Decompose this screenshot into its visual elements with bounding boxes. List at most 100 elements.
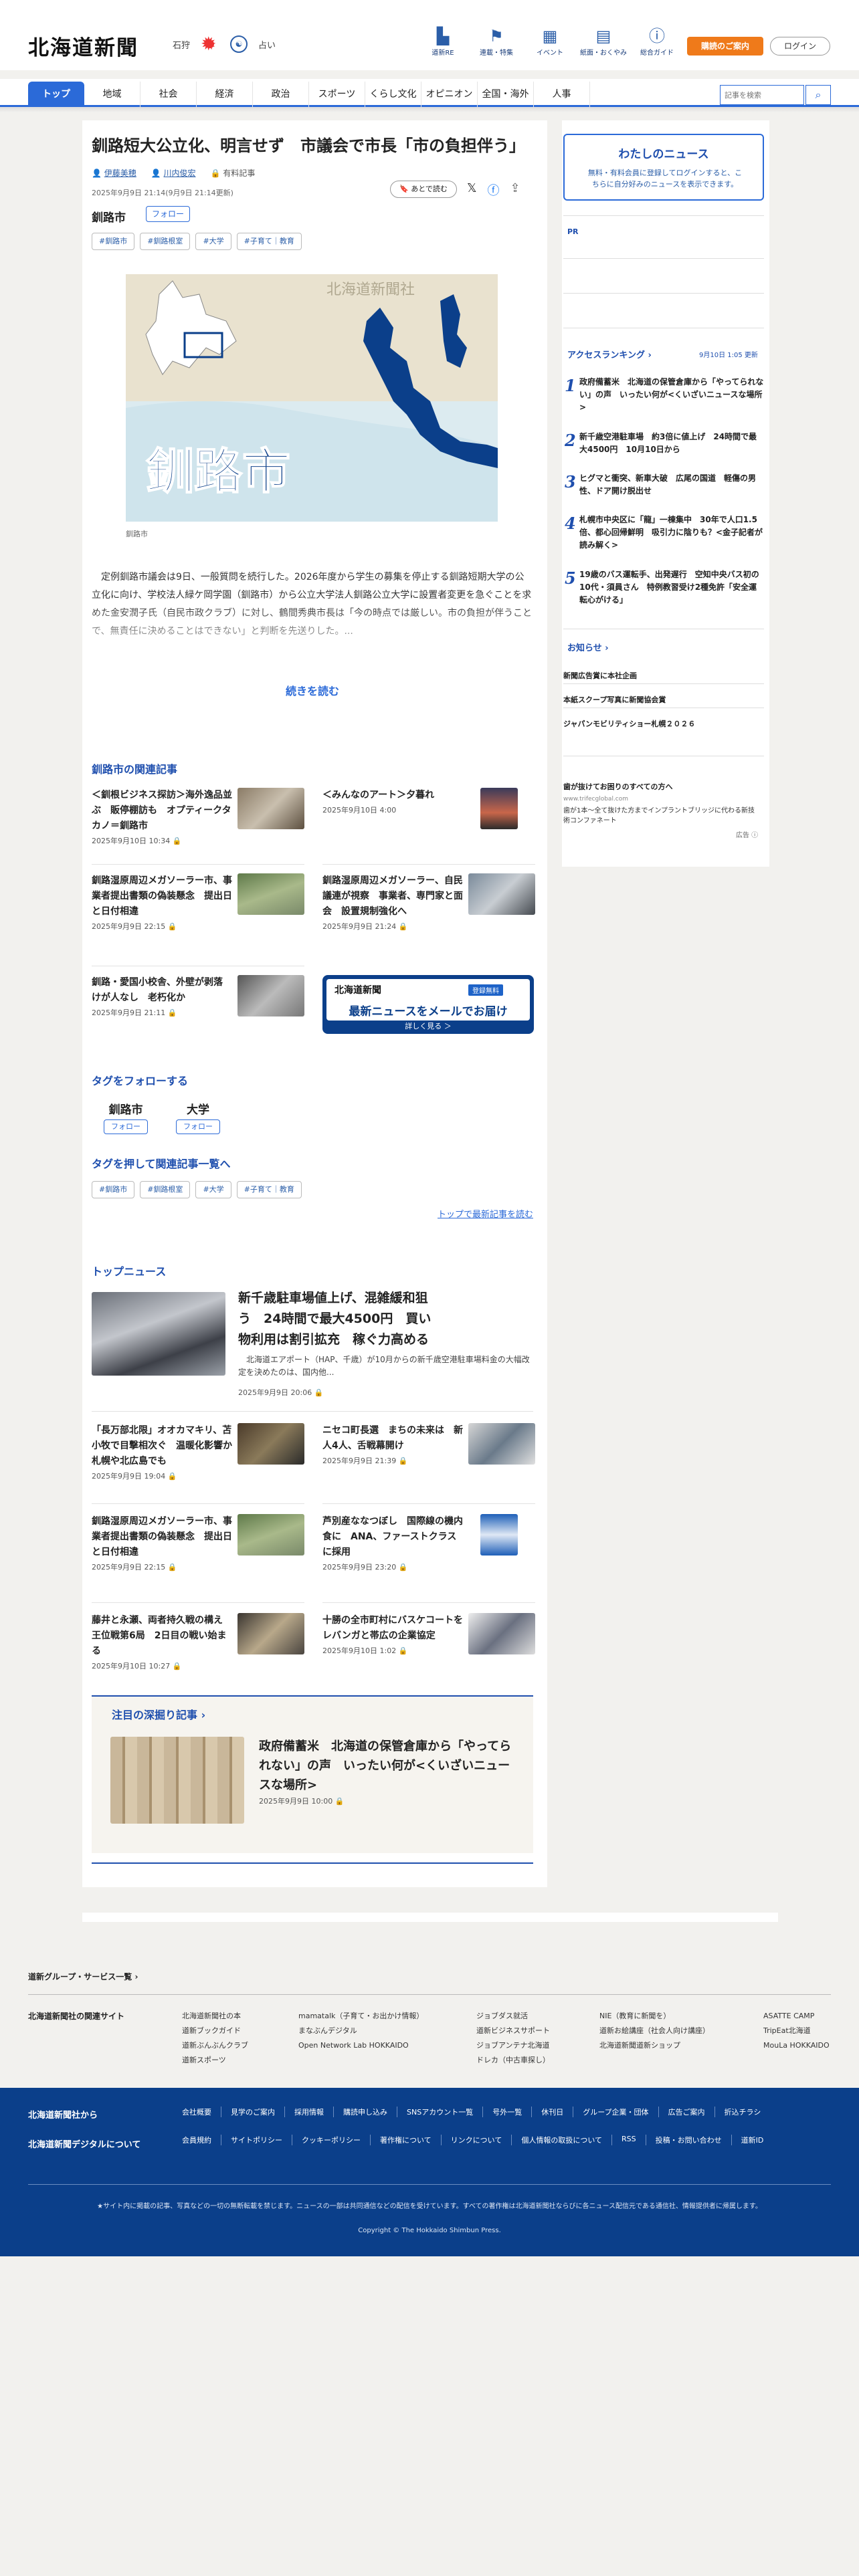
- footer-link[interactable]: 購読申し込み: [333, 2107, 397, 2117]
- tag-education[interactable]: #子育て｜教育: [236, 1181, 302, 1198]
- article-title[interactable]: 釧路湿原周辺メガソーラー市、事業者提出書類の偽装懸念 提出日と日付相違: [92, 873, 233, 920]
- deep-dive-headline[interactable]: 政府備蓄米 北海道の保管倉庫から「やってられない」の声 いったい何が<くいざいニ…: [259, 1737, 520, 1795]
- related-article[interactable]: 釧路・愛国小校舎、外壁が剥落 けが人なし 老朽化か 2025年9月9日 21:1…: [92, 975, 304, 1018]
- facebook-share-icon[interactable]: ⓕ: [488, 181, 500, 199]
- tag-kushiro-nemuro[interactable]: #釧路根室: [140, 233, 191, 250]
- related-site-link[interactable]: NIE（教育に新聞を）: [599, 2009, 710, 2024]
- related-site-link[interactable]: MouLa HOKKAIDO: [763, 2038, 830, 2053]
- tag-university[interactable]: #大学: [195, 1181, 231, 1198]
- nav-events[interactable]: ▦ イベント: [523, 25, 577, 57]
- article-thumbnail[interactable]: [237, 1514, 304, 1555]
- footer-link[interactable]: サイトポリシー: [221, 2135, 292, 2145]
- mail-newsletter-banner[interactable]: 北海道新聞 登録無料 最新ニュースをメールでお届け 詳しく見る ＞: [322, 975, 534, 1034]
- tab-sports[interactable]: スポーツ: [309, 82, 365, 107]
- nav-series[interactable]: ⚑ 連載・特集: [470, 25, 523, 57]
- fortune-icon[interactable]: ☯: [230, 35, 248, 53]
- notice-item[interactable]: 本紙スクープ写真に新聞協会賞: [563, 694, 666, 705]
- tab-personnel[interactable]: 人事: [534, 82, 590, 107]
- related-site-link[interactable]: ASATTE CAMP: [763, 2009, 830, 2024]
- article-thumbnail[interactable]: [468, 1613, 535, 1654]
- tab-opinion[interactable]: オピニオン: [421, 82, 478, 107]
- article-thumbnail[interactable]: [237, 873, 304, 915]
- article-title[interactable]: 藤井と永瀬、両者持久戦の構え 王位戦第6局 2日目の戦い始まる: [92, 1613, 233, 1659]
- ad-label[interactable]: 広告 ⓘ: [736, 829, 758, 839]
- rank-title[interactable]: 札幌市中央区に「龍」一棟集中 30年で人口1.5倍、都心回帰鮮明 吸引力に陰りも…: [579, 514, 764, 552]
- notice-item[interactable]: 新聞広告賞に本社企画: [563, 670, 637, 681]
- footer-link[interactable]: 折込チラシ: [714, 2107, 771, 2117]
- footer-link[interactable]: 投稿・お問い合わせ: [645, 2135, 731, 2145]
- tab-politics[interactable]: 政治: [253, 82, 309, 107]
- tag-kushiro[interactable]: #釧路市: [92, 233, 135, 250]
- footer-link[interactable]: 会社概要: [182, 2107, 221, 2117]
- subscribe-button[interactable]: 購読のご案内: [687, 37, 763, 56]
- related-site-link[interactable]: TripEat北海道: [763, 2024, 830, 2038]
- related-article[interactable]: ＜釧根ビジネス探訪＞海外逸品並ぶ 販停棚訪も オプティークタカノ＝釧路市 202…: [92, 788, 304, 846]
- read-later-button[interactable]: 🔖 あとで読む: [390, 181, 457, 198]
- related-site-link[interactable]: Open Network Lab HOKKAIDO: [298, 2038, 423, 2053]
- author[interactable]: 👤 川内俊宏: [151, 167, 196, 179]
- footer-link[interactable]: 著作権について: [370, 2135, 441, 2145]
- article-thumbnail[interactable]: [468, 1423, 535, 1465]
- x-share-icon[interactable]: 𝕏: [467, 181, 477, 199]
- tab-society[interactable]: 社会: [140, 82, 197, 107]
- related-site-link[interactable]: 道新お絵講座（社会人向け講座）: [599, 2024, 710, 2038]
- services-link[interactable]: 道新グループ・サービス一覧 ›: [28, 1971, 138, 1982]
- related-site-link[interactable]: ジョブアンテナ北海道: [476, 2038, 550, 2053]
- article-title[interactable]: 十勝の全市町村にバスケコートを レバンガと帯広の企業協定: [322, 1613, 472, 1644]
- author[interactable]: 👤 伊藤美穂: [92, 167, 136, 179]
- top-news-item[interactable]: ニセコ町長選 まちの未来は 新人4人、舌戦幕開け 2025年9月9日 21:39…: [322, 1423, 535, 1466]
- login-button[interactable]: ログイン: [770, 37, 830, 56]
- lead-thumbnail[interactable]: [92, 1292, 225, 1376]
- rank-title[interactable]: 19歳のバス運転手、出発遅行 空知中央バス初の10代・須員さん 特例教習受け2種…: [579, 568, 764, 607]
- article-title[interactable]: 釧路湿原周辺メガソーラー市、事業者提出書類の偽装懸念 提出日と日付相違: [92, 1514, 233, 1560]
- ad-title[interactable]: 歯が抜けてお困りのすべての方へ: [563, 781, 672, 792]
- article-thumbnail[interactable]: [237, 1423, 304, 1465]
- lead-title[interactable]: 新千歳駐車場値上げ、混雑緩和狙う 24時間で最大4500円 買い物利用は割引拡充…: [238, 1288, 439, 1350]
- related-site-link[interactable]: 北海道新聞道新ショップ: [599, 2038, 710, 2053]
- tab-region[interactable]: 地域: [84, 82, 140, 107]
- deep-dive-title[interactable]: 注目の深掘り記事 ›: [112, 1706, 205, 1722]
- footer-link[interactable]: 個人情報の取扱について: [511, 2135, 611, 2145]
- rank-title[interactable]: 政府備蓄米 北海道の保管倉庫から「やってられない」の声 いったい何が<くいざいニ…: [579, 376, 764, 414]
- footer-link[interactable]: グループ企業・団体: [573, 2107, 658, 2117]
- notice-title[interactable]: お知らせ ›: [567, 641, 609, 653]
- related-site-link[interactable]: mamatalk（子育て・お出かけ情報）: [298, 2009, 423, 2024]
- footer-link[interactable]: RSS: [611, 2135, 646, 2145]
- ranking-title[interactable]: アクセスランキング ›: [567, 348, 652, 360]
- article-title[interactable]: 芦別産ななつぼし 国際線の機内食に ANA、ファーストクラスに採用: [322, 1514, 464, 1560]
- footer-link[interactable]: 道新ID: [731, 2135, 773, 2145]
- footer-link[interactable]: 号外一覧: [482, 2107, 531, 2117]
- fortune-label[interactable]: 占い: [258, 38, 276, 51]
- tab-economy[interactable]: 経済: [197, 82, 253, 107]
- deep-dive-thumbnail[interactable]: [110, 1737, 244, 1824]
- rank-title[interactable]: ヒグマと衝突、新車大破 広尾の国道 軽傷の男性、ドア開け脱出せ: [579, 472, 764, 498]
- footer-link[interactable]: クッキーポリシー: [292, 2135, 370, 2145]
- notice-item[interactable]: ジャパンモビリティショー札幌２０２６: [563, 718, 695, 729]
- footer-link[interactable]: 採用情報: [284, 2107, 333, 2117]
- article-title[interactable]: ＜みんなのアート＞夕暮れ: [322, 788, 464, 803]
- related-site-link[interactable]: 道新ブックガイド: [182, 2024, 248, 2038]
- footer-link[interactable]: 広告ご案内: [658, 2107, 714, 2117]
- related-site-link[interactable]: 道新スポーツ: [182, 2053, 248, 2068]
- ad-text[interactable]: 歯が1本〜全て抜けた方までインプラントブリッジに代わる新技術コンファネート: [563, 806, 761, 826]
- share-icon[interactable]: ⇪: [510, 181, 520, 199]
- tag-kushiro[interactable]: #釧路市: [92, 1181, 135, 1198]
- related-site-link[interactable]: ドレカ（中古車探し）: [476, 2053, 550, 2068]
- related-site-link[interactable]: まなぶんデジタル: [298, 2024, 423, 2038]
- article-title[interactable]: ＜釧根ビジネス探訪＞海外逸品並ぶ 販停棚訪も オプティークタカノ＝釧路市: [92, 788, 233, 834]
- article-thumbnail[interactable]: [237, 1613, 304, 1654]
- article-thumbnail[interactable]: [480, 788, 518, 829]
- latest-articles-link[interactable]: トップで最新記事を読む: [401, 1207, 533, 1220]
- related-article[interactable]: 釧路湿原周辺メガソーラー市、事業者提出書類の偽装懸念 提出日と日付相違 2025…: [92, 873, 304, 932]
- follow-button[interactable]: フォロー: [104, 1119, 148, 1134]
- article-thumbnail[interactable]: [468, 873, 535, 915]
- related-article[interactable]: ＜みんなのアート＞夕暮れ 2025年9月10日 4:00: [322, 788, 535, 829]
- related-site-link[interactable]: 道新ぶんぶんクラブ: [182, 2038, 248, 2053]
- follow-button[interactable]: フォロー: [176, 1119, 220, 1134]
- footer-link[interactable]: 会員規約: [182, 2135, 221, 2145]
- footer-link[interactable]: 見学のご案内: [221, 2107, 284, 2117]
- article-thumbnail[interactable]: [480, 1514, 518, 1555]
- top-news-item[interactable]: 十勝の全市町村にバスケコートを レバンガと帯広の企業協定 2025年9月10日 …: [322, 1613, 535, 1656]
- tag-kushiro-nemuro[interactable]: #釧路根室: [140, 1181, 191, 1198]
- article-thumbnail[interactable]: [237, 975, 304, 1016]
